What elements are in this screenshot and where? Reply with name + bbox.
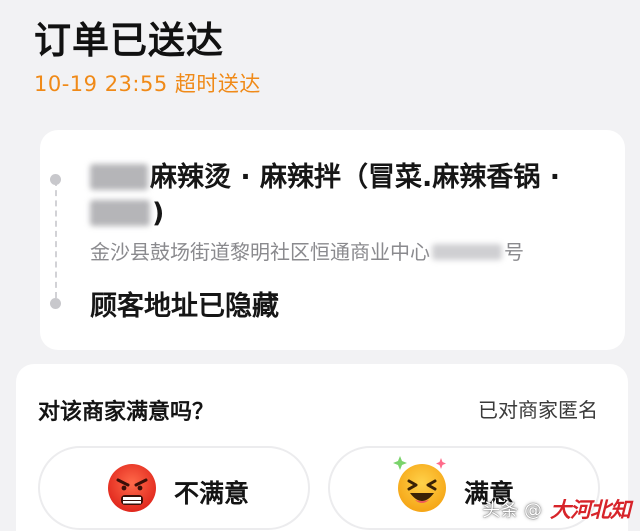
shop-address-prefix: 金沙县鼓场街道黎明社区恒通商业中心 (90, 240, 430, 264)
shop-address-suffix: 号 (504, 240, 524, 264)
redacted-text (90, 163, 148, 190)
order-route-card: 麻辣烫 · 麻辣拌（冒菜.麻辣香锅 · ) 金沙县鼓场街道黎明社区恒通商业中心 号… (40, 130, 625, 350)
shop-address: 金沙县鼓场街道黎明社区恒通商业中心 号 (90, 238, 610, 266)
shop-name[interactable]: 麻辣烫 · 麻辣拌（冒菜.麻辣香锅 · ) (90, 160, 595, 232)
shop-name-tail: ) (152, 198, 165, 229)
customer-address: 顾客地址已隐藏 (90, 291, 279, 322)
watermark-text: 头条 @ (482, 500, 542, 521)
route-timeline-line (55, 180, 57, 298)
order-status-title: 订单已送达 (34, 19, 224, 62)
shop-name-text: 麻辣烫 · 麻辣拌（冒菜.麻辣香锅 · (150, 162, 560, 193)
order-header: 订单已送达 10-19 23:55 超时送达 (0, 0, 640, 118)
customer-dot-icon (50, 298, 61, 309)
redacted-text (90, 199, 150, 226)
angry-face-icon (108, 464, 156, 512)
happy-face-icon (393, 456, 446, 512)
redacted-text (432, 243, 502, 260)
shop-dot-icon (50, 174, 61, 185)
delivery-time-status: 10-19 23:55 超时送达 (34, 72, 261, 96)
unsatisfied-label: 不满意 (174, 479, 250, 508)
watermark: 头条 @ 大河北知 (482, 493, 631, 525)
watermark-logo: 大河北知 (550, 497, 631, 522)
anonymous-label: 已对商家匿名 (478, 398, 598, 422)
unsatisfied-button[interactable]: 不满意 (38, 446, 310, 530)
rating-question: 对该商家满意吗？ (38, 400, 215, 425)
